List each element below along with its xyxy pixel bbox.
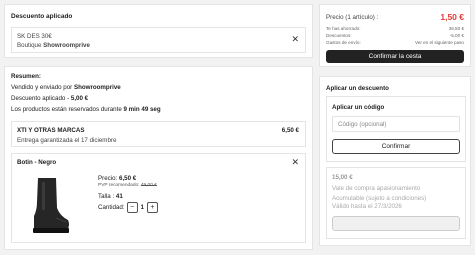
product-name: Botin - Negro	[17, 159, 57, 166]
store-name: Showroomprive	[43, 42, 90, 49]
saved-row: Te has ahorrado: 38,50 €	[326, 26, 464, 31]
apply-code-title: Aplicar un código	[332, 104, 385, 111]
product-price: 6,50 €	[119, 175, 137, 182]
apply-discount-title: Aplicar un descuento	[326, 85, 389, 92]
quantity-label: Cantidad:	[98, 204, 125, 211]
quantity-decrease-button[interactable]: −	[126, 202, 138, 213]
price-line: Precio: 6,50 €	[98, 175, 136, 182]
reserve-prefix: Los productos están reservados durante	[11, 106, 122, 113]
discounts-row: Descuentos: -5,00 €	[326, 33, 464, 38]
remove-discount-close-icon[interactable]: ✕	[291, 34, 299, 45]
discounts-label: Descuentos:	[326, 33, 352, 38]
summary-title: Resumen:	[11, 73, 41, 80]
voucher-valid-until: Válido hasta el 27/3/2026	[332, 203, 402, 210]
applied-code: SK DES 30€	[17, 33, 52, 40]
reserve-time: 9 min 49 seg	[123, 106, 161, 113]
quantity-value: 1	[140, 204, 144, 211]
sold-by: Showroomprive	[73, 84, 121, 91]
voucher-box: 15,00 € Vale de compra apasionamiento Ac…	[326, 167, 466, 239]
saved-value: 38,50 €	[448, 26, 464, 31]
quantity-increase-button[interactable]: +	[146, 202, 158, 213]
discount-label: Descuento aplicado -	[11, 95, 70, 102]
shipment-brand: XTI Y OTRAS MARCAS	[17, 127, 85, 134]
shipping-value: Ver en el siguiente paso	[414, 40, 464, 45]
voucher-amount: 15,00 €	[332, 174, 353, 181]
sold-prefix: Vendido y enviado por	[11, 84, 73, 91]
remove-product-close-icon[interactable]: ✕	[291, 157, 299, 168]
reserve-line: Los productos están reservados durante 9…	[11, 106, 161, 113]
summary-card: Resumen: Vendido y enviado por Showroomp…	[4, 66, 313, 250]
applied-store: Boutique Showroomprive	[17, 42, 90, 49]
pvp-price: 49,00 €	[140, 183, 157, 188]
order-price-label: Precio (1 artículo) :	[326, 13, 379, 21]
discount-value: 5,00 €	[70, 95, 89, 102]
pvp-line: PVP recomendado: 49,00 €	[98, 183, 157, 188]
pvp-label: PVP recomendado:	[98, 183, 140, 188]
size-label: Talla :	[98, 193, 115, 200]
discount-line: Descuento aplicado - 5,00 €	[11, 95, 88, 102]
apply-code-box: Aplicar un código Código (opcional) Conf…	[326, 96, 466, 162]
discount-applied-card: Descuento aplicado SK DES 30€ Boutique S…	[4, 4, 313, 58]
size-value: 41	[115, 193, 123, 200]
shipping-label: Gastos de envío:	[326, 40, 361, 45]
discounts-value: -5,00 €	[449, 33, 464, 38]
order-summary-card: Precio (1 artículo) : 1,50 € Te has ahor…	[319, 4, 471, 67]
discount-applied-title: Descuento aplicado	[11, 13, 73, 20]
saved-label: Te has ahorrado:	[326, 26, 361, 31]
confirm-code-button[interactable]: Confirmar	[332, 139, 460, 154]
shipping-row: Gastos de envío: Ver en el siguiente pas…	[326, 40, 464, 45]
store-prefix: Boutique	[17, 42, 42, 49]
order-price-row: Precio (1 artículo) : 1,50 €	[326, 12, 464, 22]
order-price: 1,50 €	[440, 12, 464, 22]
shipment-box: XTI Y OTRAS MARCAS 6,50 € Entrega garant…	[11, 121, 306, 147]
product-box: Botin - Negro ✕ Precio: 6,50 € PVP recom…	[11, 153, 306, 243]
applied-code-box: SK DES 30€ Boutique Showroomprive ✕	[11, 27, 306, 53]
confirm-cart-button[interactable]: Confirmar la cesta	[326, 50, 464, 63]
voucher-apply-button[interactable]	[332, 216, 460, 231]
product-image[interactable]	[30, 172, 70, 240]
price-label: Precio:	[98, 175, 118, 182]
voucher-accumulable: Acumulable (sujeto a condiciones)	[332, 195, 427, 202]
voucher-description: Vale de compra apasionamiento	[332, 185, 421, 192]
quantity-line: Cantidad: − 1 +	[98, 202, 158, 213]
sold-by-line: Vendido y enviado por Showroomprive	[11, 84, 121, 91]
shipment-delivery: Entrega garantizada el 17 diciembre	[17, 137, 117, 144]
shipment-amount: 6,50 €	[281, 127, 299, 134]
apply-discount-card: Aplicar un descuento Aplicar un código C…	[319, 76, 471, 246]
size-line: Talla : 41	[98, 193, 123, 200]
discount-code-input[interactable]: Código (opcional)	[332, 116, 460, 132]
